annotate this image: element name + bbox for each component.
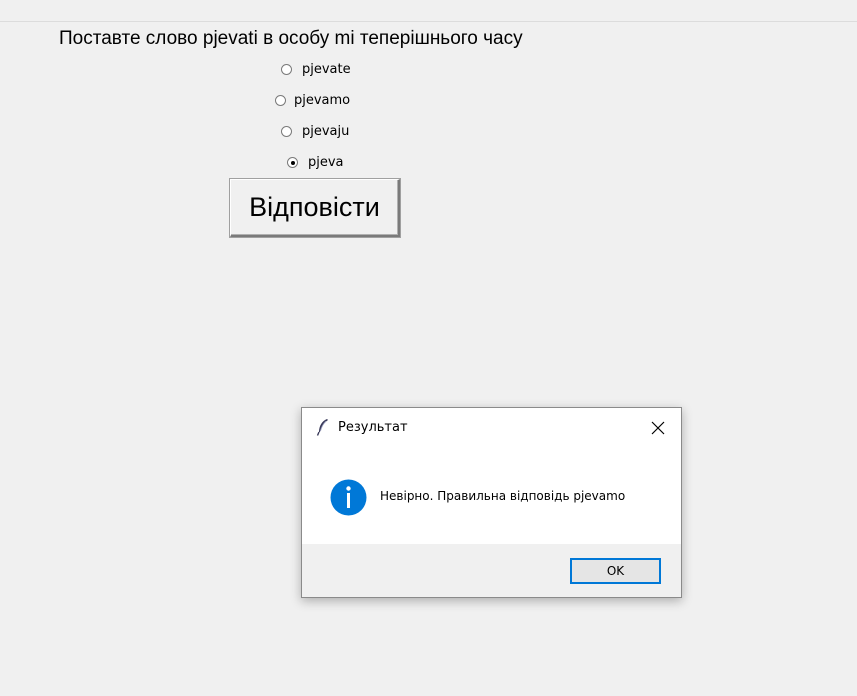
dialog-message: Невірно. Правильна відповідь pjevamo [380, 489, 626, 503]
question-label: Поставте слово pjevati в особу mi тепері… [59, 28, 523, 49]
option-label: pjevaju [302, 124, 350, 139]
dialog-title: Результат [338, 420, 408, 435]
dialog-footer: OK [302, 544, 681, 597]
close-icon[interactable] [650, 420, 666, 436]
option-pjevate[interactable]: pjevate [281, 62, 351, 77]
answer-button[interactable]: Відповісти [230, 179, 400, 237]
info-icon [330, 479, 367, 516]
radio-button[interactable] [281, 126, 292, 137]
window-top-divider [0, 21, 857, 22]
option-pjevamo[interactable]: pjevamo [275, 93, 350, 108]
result-dialog: Результат Невірно. Правильна відповідь p… [301, 407, 682, 598]
option-label: pjevate [302, 62, 351, 77]
ok-button[interactable]: OK [570, 558, 661, 584]
radio-button[interactable] [275, 95, 286, 106]
option-pjevaju[interactable]: pjevaju [281, 124, 349, 139]
radio-button-selected[interactable] [287, 157, 298, 168]
feather-icon [316, 419, 328, 436]
radio-button[interactable] [281, 64, 292, 75]
option-label: pjevamo [294, 93, 351, 108]
option-label: pjeva [308, 155, 344, 170]
option-pjeva[interactable]: pjeva [287, 155, 344, 170]
